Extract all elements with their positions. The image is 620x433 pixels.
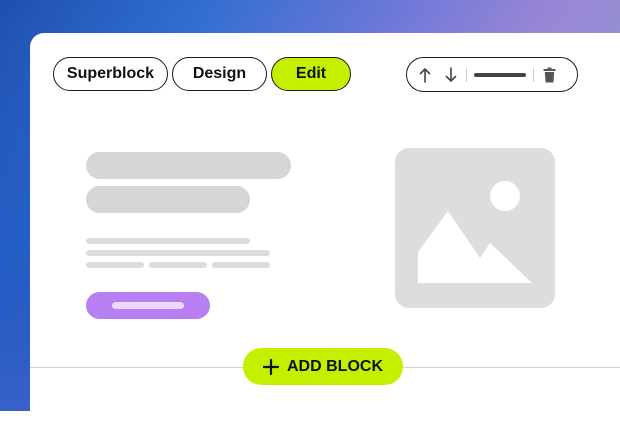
- arrow-up-icon[interactable]: [417, 65, 433, 85]
- add-block-button[interactable]: ADD BLOCK: [243, 348, 403, 385]
- toolbar-divider: [466, 67, 467, 82]
- text-line-placeholder: [212, 262, 270, 268]
- subheading-placeholder: [86, 186, 250, 213]
- text-line-placeholder: [86, 250, 270, 256]
- toolbar-divider: [533, 67, 534, 82]
- trash-icon[interactable]: [541, 65, 557, 85]
- button-label-placeholder: [112, 302, 184, 309]
- plus-icon: [263, 358, 279, 375]
- text-line-placeholder: [86, 262, 144, 268]
- mode-tabs: Superblock Design Edit: [53, 57, 351, 91]
- drag-handle[interactable]: [474, 72, 526, 77]
- heading-placeholder: [86, 152, 291, 179]
- block-toolbar: [406, 57, 578, 92]
- button-placeholder[interactable]: [86, 292, 210, 319]
- text-line-placeholder: [149, 262, 207, 268]
- add-block-label: ADD BLOCK: [287, 357, 383, 375]
- tab-design[interactable]: Design: [172, 57, 267, 91]
- text-line-placeholder: [86, 238, 250, 244]
- editor-canvas: Superblock Design Edit ADD BLOCK: [30, 33, 620, 433]
- tab-superblock[interactable]: Superblock: [53, 57, 168, 91]
- image-placeholder-icon[interactable]: [395, 148, 555, 308]
- tab-edit[interactable]: Edit: [271, 57, 351, 91]
- arrow-down-icon[interactable]: [443, 65, 459, 85]
